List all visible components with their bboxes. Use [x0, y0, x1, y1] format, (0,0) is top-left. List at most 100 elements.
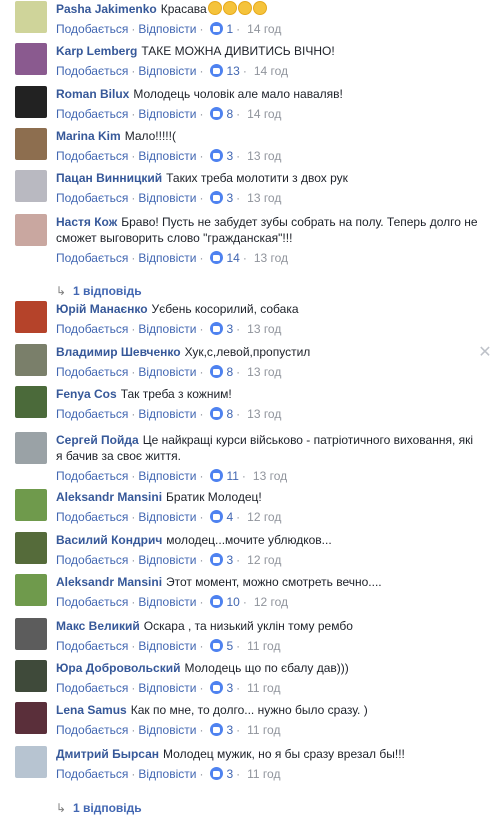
- commenter-name[interactable]: Aleksandr Mansini: [56, 490, 162, 504]
- like-link[interactable]: Подобається: [56, 553, 128, 567]
- commenter-name[interactable]: Настя Кож: [56, 215, 117, 229]
- reply-link[interactable]: Відповісти: [138, 510, 196, 524]
- avatar[interactable]: [15, 86, 47, 118]
- commenter-name[interactable]: Юрій Манаєнко: [56, 302, 148, 316]
- replies-count-label[interactable]: 1 відповідь: [73, 801, 142, 815]
- reply-link[interactable]: Відповісти: [138, 681, 196, 695]
- avatar[interactable]: [15, 660, 47, 692]
- comment-timestamp[interactable]: 13 год: [247, 149, 281, 163]
- like-link[interactable]: Подобається: [56, 191, 128, 205]
- comment-timestamp[interactable]: 11 год: [247, 681, 280, 695]
- like-count[interactable]: 5: [226, 639, 233, 653]
- reply-link[interactable]: Відповісти: [138, 469, 196, 483]
- like-link[interactable]: Подобається: [56, 469, 128, 483]
- like-count[interactable]: 3: [226, 322, 233, 336]
- comment-timestamp[interactable]: 12 год: [247, 553, 281, 567]
- like-link[interactable]: Подобається: [56, 681, 128, 695]
- comment-timestamp[interactable]: 14 год: [247, 107, 281, 121]
- like-count[interactable]: 1: [226, 22, 233, 36]
- comment-timestamp[interactable]: 11 год: [247, 723, 280, 737]
- like-count[interactable]: 8: [226, 365, 233, 379]
- commenter-name[interactable]: Владимир Шевченко: [56, 345, 181, 359]
- like-link[interactable]: Подобається: [56, 322, 128, 336]
- thumbs-up-icon[interactable]: [210, 322, 224, 335]
- reply-link[interactable]: Відповісти: [138, 107, 196, 121]
- like-count[interactable]: 10: [226, 595, 239, 609]
- reply-link[interactable]: Відповісти: [138, 22, 196, 36]
- avatar[interactable]: [15, 574, 47, 606]
- reply-link[interactable]: Відповісти: [138, 723, 196, 737]
- commenter-name[interactable]: Roman Bilux: [56, 87, 129, 101]
- like-link[interactable]: Подобається: [56, 639, 128, 653]
- thumbs-up-icon[interactable]: [210, 251, 224, 264]
- comment-timestamp[interactable]: 11 год: [247, 639, 280, 653]
- comment-timestamp[interactable]: 11 год: [247, 767, 280, 781]
- reply-link[interactable]: Відповісти: [138, 553, 196, 567]
- thumbs-up-icon[interactable]: [210, 469, 224, 482]
- reply-link[interactable]: Відповісти: [138, 251, 196, 265]
- avatar[interactable]: [15, 1, 47, 33]
- avatar[interactable]: [15, 618, 47, 650]
- thumbs-up-icon[interactable]: [210, 639, 224, 652]
- commenter-name[interactable]: Василий Кондрич: [56, 533, 162, 547]
- reply-link[interactable]: Відповісти: [138, 639, 196, 653]
- like-link[interactable]: Подобається: [56, 407, 128, 421]
- comment-timestamp[interactable]: 13 год: [247, 365, 281, 379]
- comment-timestamp[interactable]: 13 год: [247, 191, 281, 205]
- reply-link[interactable]: Відповісти: [138, 191, 196, 205]
- reply-link[interactable]: Відповісти: [138, 767, 196, 781]
- avatar[interactable]: [15, 702, 47, 734]
- like-count[interactable]: 3: [226, 767, 233, 781]
- like-count[interactable]: 14: [226, 251, 239, 265]
- like-count[interactable]: 11: [226, 469, 238, 483]
- comment-timestamp[interactable]: 13 год: [247, 322, 281, 336]
- avatar[interactable]: [15, 532, 47, 564]
- avatar[interactable]: [15, 432, 47, 464]
- like-count[interactable]: 3: [226, 191, 233, 205]
- like-link[interactable]: Подобається: [56, 510, 128, 524]
- avatar[interactable]: [15, 386, 47, 418]
- thumbs-up-icon[interactable]: [210, 407, 224, 420]
- commenter-name[interactable]: Pasha Jakimenko: [56, 2, 157, 16]
- commenter-name[interactable]: Сергей Пойда: [56, 433, 139, 447]
- comment-timestamp[interactable]: 14 год: [254, 64, 288, 78]
- reply-link[interactable]: Відповісти: [138, 149, 196, 163]
- commenter-name[interactable]: Дмитрий Бырсан: [56, 747, 159, 761]
- like-link[interactable]: Подобається: [56, 64, 128, 78]
- view-replies-link[interactable]: ↳ 1 відповідь: [56, 800, 142, 816]
- commenter-name[interactable]: Marina Kim: [56, 129, 121, 143]
- comment-timestamp[interactable]: 13 год: [254, 251, 288, 265]
- commenter-name[interactable]: Макс Великий: [56, 619, 140, 633]
- thumbs-up-icon[interactable]: [210, 681, 224, 694]
- thumbs-up-icon[interactable]: [210, 553, 224, 566]
- comment-timestamp[interactable]: 13 год: [253, 469, 287, 483]
- like-count[interactable]: 4: [226, 510, 233, 524]
- comment-timestamp[interactable]: 13 год: [247, 407, 281, 421]
- like-count[interactable]: 8: [226, 107, 233, 121]
- thumbs-up-icon[interactable]: [210, 595, 224, 608]
- avatar[interactable]: [15, 170, 47, 202]
- reply-link[interactable]: Відповісти: [138, 595, 196, 609]
- like-link[interactable]: Подобається: [56, 22, 128, 36]
- like-link[interactable]: Подобається: [56, 767, 128, 781]
- thumbs-up-icon[interactable]: [210, 510, 224, 523]
- like-count[interactable]: 3: [226, 553, 233, 567]
- commenter-name[interactable]: Aleksandr Mansini: [56, 575, 162, 589]
- avatar[interactable]: [15, 301, 47, 333]
- like-link[interactable]: Подобається: [56, 251, 128, 265]
- comment-timestamp[interactable]: 12 год: [247, 510, 281, 524]
- comment-timestamp[interactable]: 12 год: [254, 595, 288, 609]
- thumbs-up-icon[interactable]: [210, 22, 224, 35]
- reply-link[interactable]: Відповісти: [138, 322, 196, 336]
- like-count[interactable]: 8: [226, 407, 233, 421]
- like-link[interactable]: Подобається: [56, 365, 128, 379]
- close-icon[interactable]: ✕: [478, 345, 492, 361]
- avatar[interactable]: [15, 746, 47, 778]
- thumbs-up-icon[interactable]: [210, 149, 224, 162]
- reply-link[interactable]: Відповісти: [138, 407, 196, 421]
- commenter-name[interactable]: Юра Добровольский: [56, 661, 181, 675]
- avatar[interactable]: [15, 214, 47, 246]
- reply-link[interactable]: Відповісти: [138, 64, 196, 78]
- view-replies-link[interactable]: ↳ 1 відповідь: [56, 283, 142, 299]
- avatar[interactable]: [15, 344, 47, 376]
